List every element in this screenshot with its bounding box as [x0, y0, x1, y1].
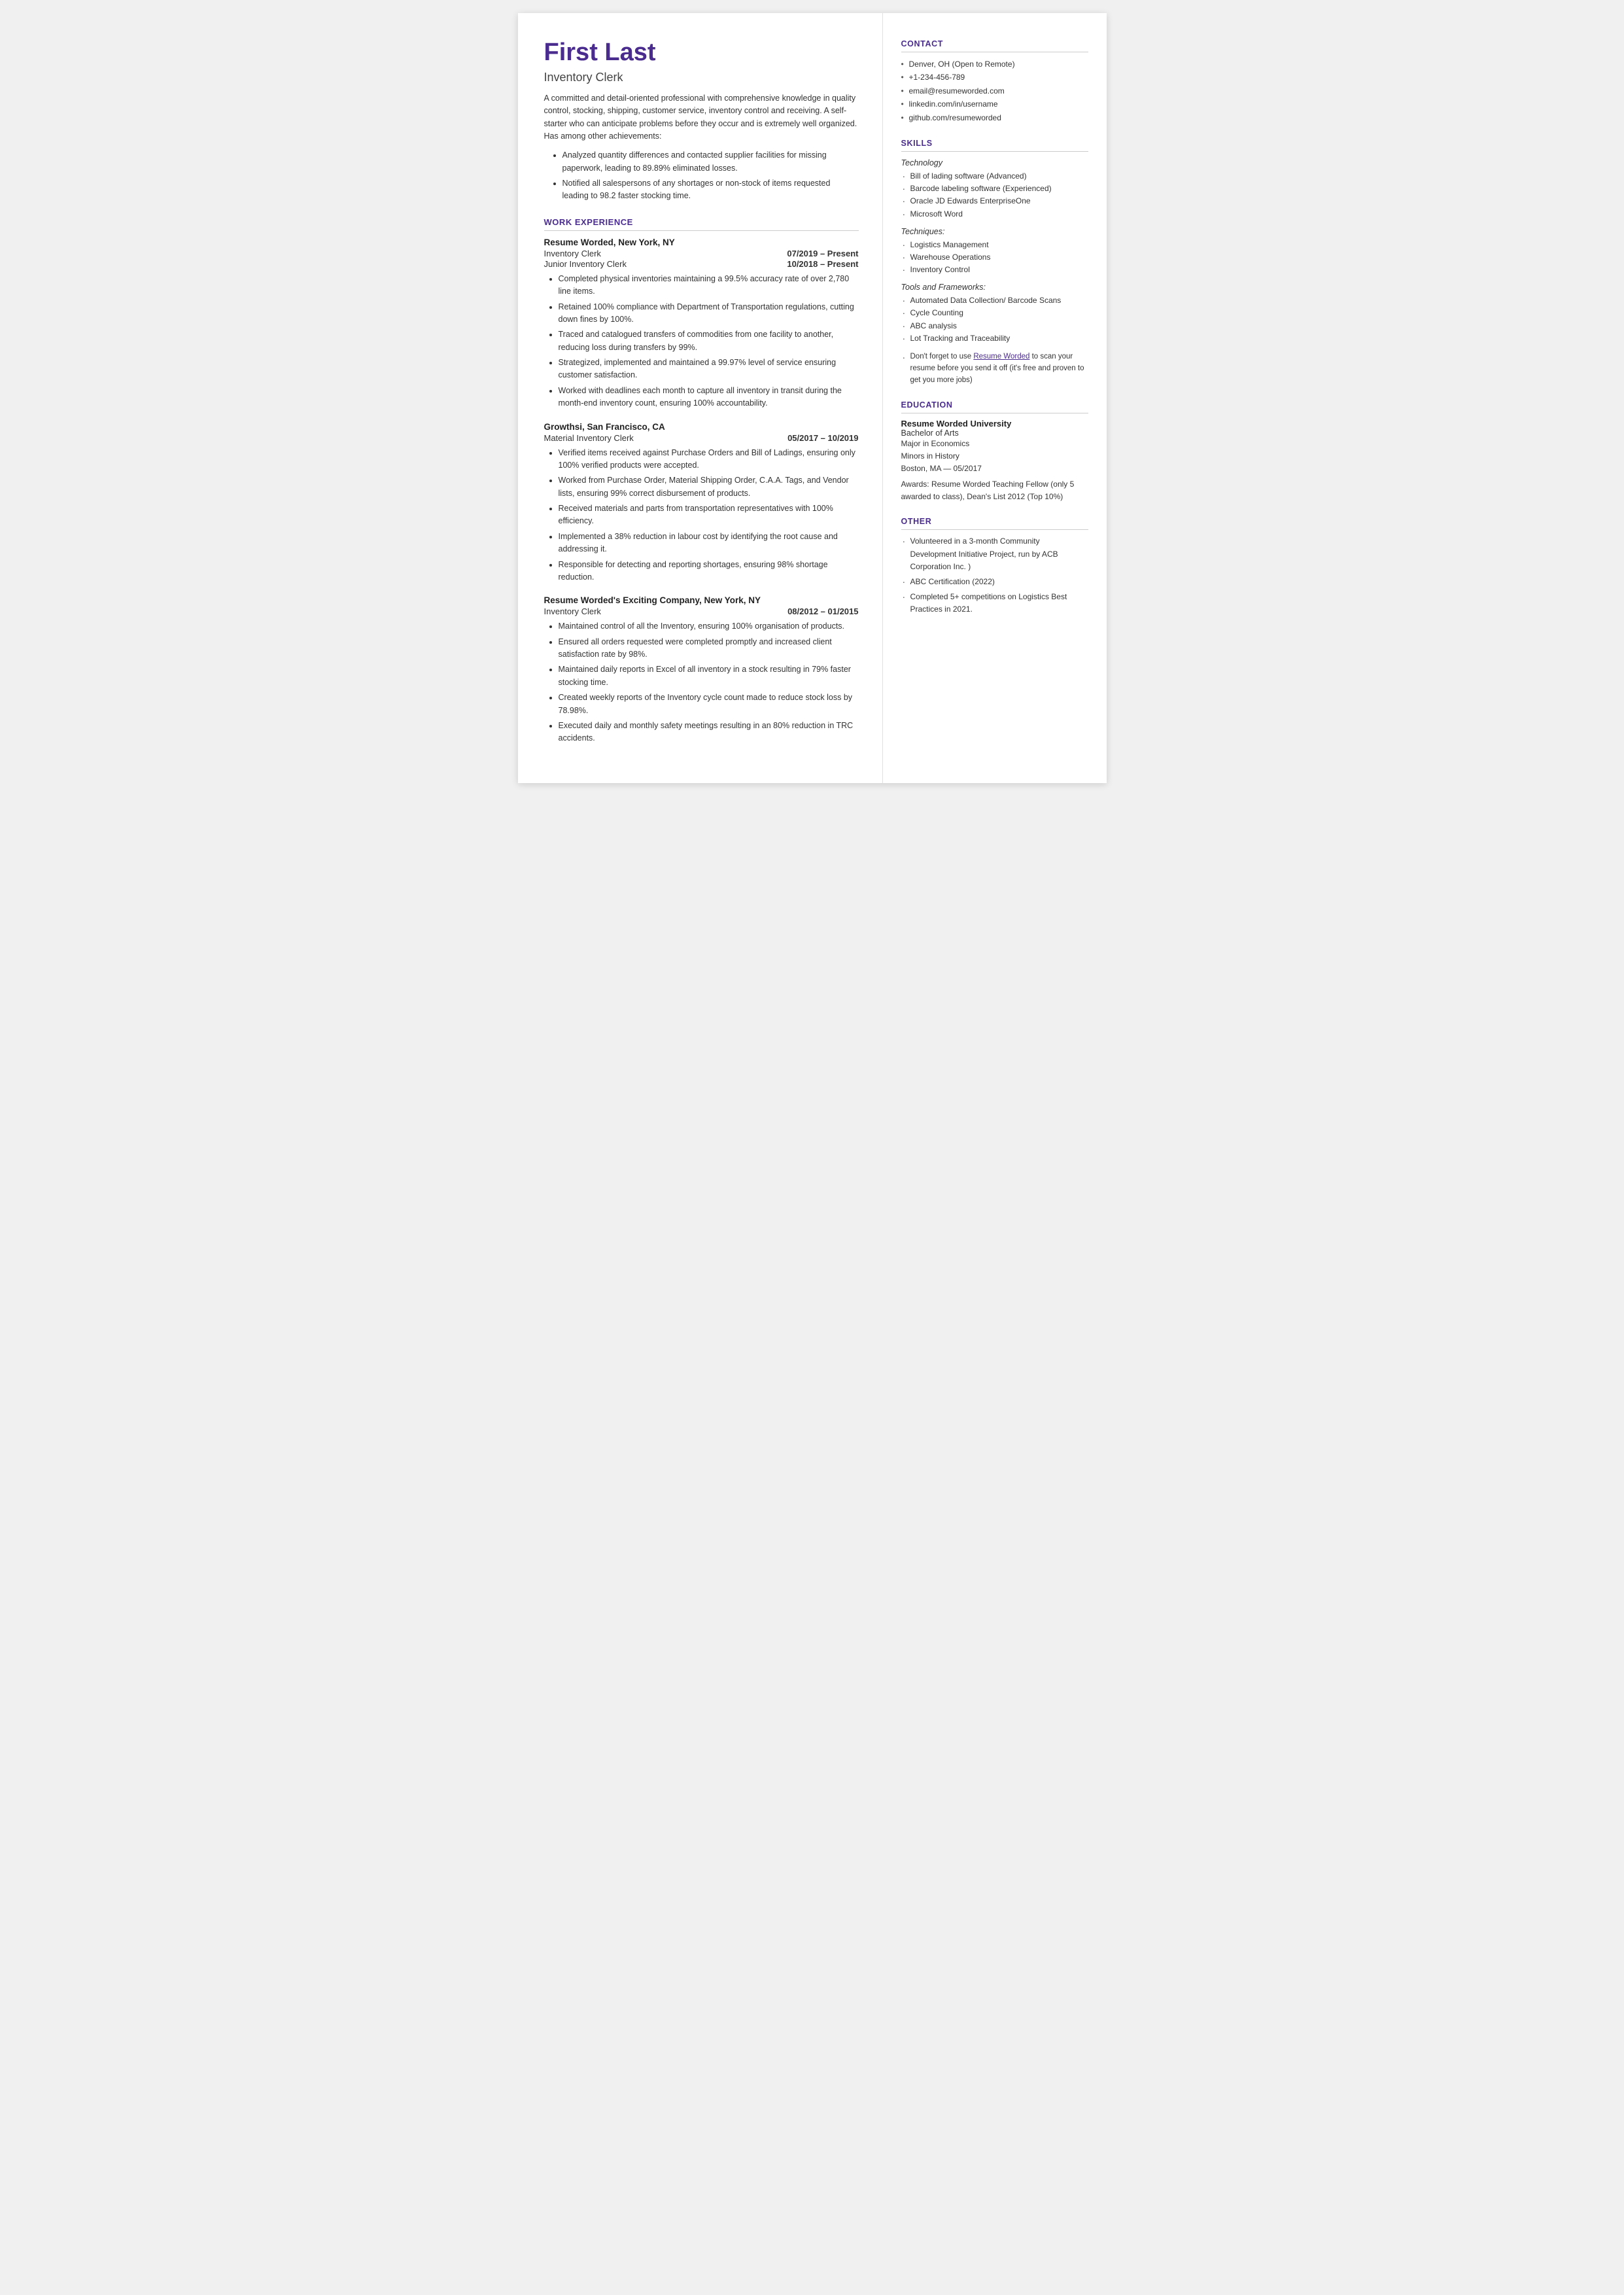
other-item-2: ABC Certification (2022): [901, 576, 1088, 588]
job-1-bullet-1: Completed physical inventories maintaini…: [559, 273, 859, 298]
skills-cat-2-list: Logistics Management Warehouse Operation…: [901, 239, 1088, 277]
candidate-name: First Last: [544, 39, 859, 67]
job-block-1: Resume Worded, New York, NY Inventory Cl…: [544, 237, 859, 410]
job-3-role-line-1: Inventory Clerk 08/2012 – 01/2015: [544, 606, 859, 616]
contact-list: Denver, OH (Open to Remote) +1-234-456-7…: [901, 58, 1088, 124]
job-1-bullet-4: Strategized, implemented and maintained …: [559, 357, 859, 382]
job-2-bullet-2: Worked from Purchase Order, Material Shi…: [559, 474, 859, 500]
left-column: First Last Inventory Clerk A committed a…: [518, 13, 883, 783]
job-1-company: Resume Worded, New York, NY: [544, 237, 859, 247]
edu-school-1: Resume Worded University: [901, 419, 1088, 429]
skills-cat-2-name: Techniques:: [901, 227, 1088, 236]
edu-minor-1: Minors in History: [901, 450, 1088, 463]
edu-location-date-1: Boston, MA — 05/2017: [901, 463, 1088, 475]
job-3-company: Resume Worded's Exciting Company, New Yo…: [544, 595, 859, 605]
skills-cat-3-name: Tools and Frameworks:: [901, 283, 1088, 292]
skills-cat-2-item-2: Warehouse Operations: [901, 251, 1088, 264]
work-experience-title: WORK EXPERIENCE: [544, 217, 859, 231]
contact-item-3: email@resumeworded.com: [901, 84, 1088, 97]
job-2-role-line-1: Material Inventory Clerk 05/2017 – 10/20…: [544, 433, 859, 443]
job-1-bullet-5: Worked with deadlines each month to capt…: [559, 385, 859, 410]
other-item-3: Completed 5+ competitions on Logistics B…: [901, 591, 1088, 616]
skills-cat-3-item-1: Automated Data Collection/ Barcode Scans: [901, 294, 1088, 307]
job-1-role-2: Junior Inventory Clerk: [544, 259, 627, 269]
resume-container: First Last Inventory Clerk A committed a…: [518, 13, 1107, 783]
skills-cat-1-name: Technology: [901, 158, 1088, 167]
job-3-bullet-2: Ensured all orders requested were comple…: [559, 636, 859, 661]
other-list: Volunteered in a 3-month Community Devel…: [901, 535, 1088, 616]
job-3-bullet-4: Created weekly reports of the Inventory …: [559, 692, 859, 717]
contact-item-4: linkedin.com/in/username: [901, 97, 1088, 111]
job-2-dates-1: 05/2017 – 10/2019: [787, 433, 858, 443]
job-block-2: Growthsi, San Francisco, CA Material Inv…: [544, 422, 859, 584]
job-3-bullet-1: Maintained control of all the Inventory,…: [559, 620, 859, 633]
edu-degree-1: Bachelor of Arts: [901, 429, 1088, 438]
skills-cat-1-item-3: Oracle JD Edwards EnterpriseOne: [901, 195, 1088, 207]
skills-cat-3-item-3: ABC analysis: [901, 320, 1088, 332]
skills-cat-3-item-4: Lot Tracking and Traceability: [901, 332, 1088, 345]
summary-text: A committed and detail-oriented professi…: [544, 92, 859, 143]
job-2-bullet-3: Received materials and parts from transp…: [559, 502, 859, 528]
job-1-dates-2: 10/2018 – Present: [787, 259, 858, 269]
skills-cat-1-item-1: Bill of lading software (Advanced): [901, 170, 1088, 183]
job-1-role-1: Inventory Clerk: [544, 249, 601, 258]
job-1-role-line-2: Junior Inventory Clerk 10/2018 – Present: [544, 259, 859, 269]
skills-cat-1-item-4: Microsoft Word: [901, 208, 1088, 220]
skills-cat-3-item-2: Cycle Counting: [901, 307, 1088, 319]
summary-bullets-list: Analyzed quantity differences and contac…: [544, 149, 859, 203]
job-1-bullet-3: Traced and catalogued transfers of commo…: [559, 328, 859, 354]
other-item-1: Volunteered in a 3-month Community Devel…: [901, 535, 1088, 573]
job-3-bullet-5: Executed daily and monthly safety meetin…: [559, 720, 859, 745]
skills-note: Don't forget to use Resume Worded to sca…: [901, 351, 1088, 386]
job-2-bullet-1: Verified items received against Purchase…: [559, 447, 859, 472]
job-1-dates-1: 07/2019 – Present: [787, 249, 858, 258]
job-3-role-1: Inventory Clerk: [544, 606, 601, 616]
contact-item-2: +1-234-456-789: [901, 71, 1088, 84]
skills-cat-2-item-1: Logistics Management: [901, 239, 1088, 251]
skills-title: SKILLS: [901, 139, 1088, 152]
job-3-dates-1: 08/2012 – 01/2015: [787, 606, 858, 616]
job-2-company: Growthsi, San Francisco, CA: [544, 422, 859, 432]
job-3-bullet-3: Maintained daily reports in Excel of all…: [559, 663, 859, 689]
contact-item-5: github.com/resumeworded: [901, 111, 1088, 124]
summary-bullet-1: Analyzed quantity differences and contac…: [562, 149, 859, 175]
summary-bullet-2: Notified all salespersons of any shortag…: [562, 177, 859, 203]
job-1-bullets: Completed physical inventories maintaini…: [544, 273, 859, 410]
candidate-title: Inventory Clerk: [544, 71, 859, 84]
contact-title: CONTACT: [901, 39, 1088, 52]
skills-cat-3-list: Automated Data Collection/ Barcode Scans…: [901, 294, 1088, 345]
edu-awards-1: Awards: Resume Worded Teaching Fellow (o…: [901, 478, 1088, 502]
edu-major-1: Major in Economics: [901, 438, 1088, 450]
resume-worded-link[interactable]: Resume Worded: [973, 353, 1029, 360]
edu-block-1: Resume Worded University Bachelor of Art…: [901, 419, 1088, 502]
job-2-bullets: Verified items received against Purchase…: [544, 447, 859, 584]
job-block-3: Resume Worded's Exciting Company, New Yo…: [544, 595, 859, 745]
other-title: OTHER: [901, 517, 1088, 530]
job-3-bullets: Maintained control of all the Inventory,…: [544, 620, 859, 745]
education-title: EDUCATION: [901, 400, 1088, 413]
job-2-bullet-4: Implemented a 38% reduction in labour co…: [559, 531, 859, 556]
right-column: CONTACT Denver, OH (Open to Remote) +1-2…: [883, 13, 1107, 783]
job-1-bullet-2: Retained 100% compliance with Department…: [559, 301, 859, 326]
skills-cat-2-item-3: Inventory Control: [901, 264, 1088, 276]
job-2-role-1: Material Inventory Clerk: [544, 433, 634, 443]
skills-note-text: Don't forget to use: [910, 353, 974, 360]
skills-cat-1-item-2: Barcode labeling software (Experienced): [901, 183, 1088, 195]
job-2-bullet-5: Responsible for detecting and reporting …: [559, 559, 859, 584]
skills-cat-1-list: Bill of lading software (Advanced) Barco…: [901, 170, 1088, 220]
contact-item-1: Denver, OH (Open to Remote): [901, 58, 1088, 71]
job-1-role-line-1: Inventory Clerk 07/2019 – Present: [544, 249, 859, 258]
